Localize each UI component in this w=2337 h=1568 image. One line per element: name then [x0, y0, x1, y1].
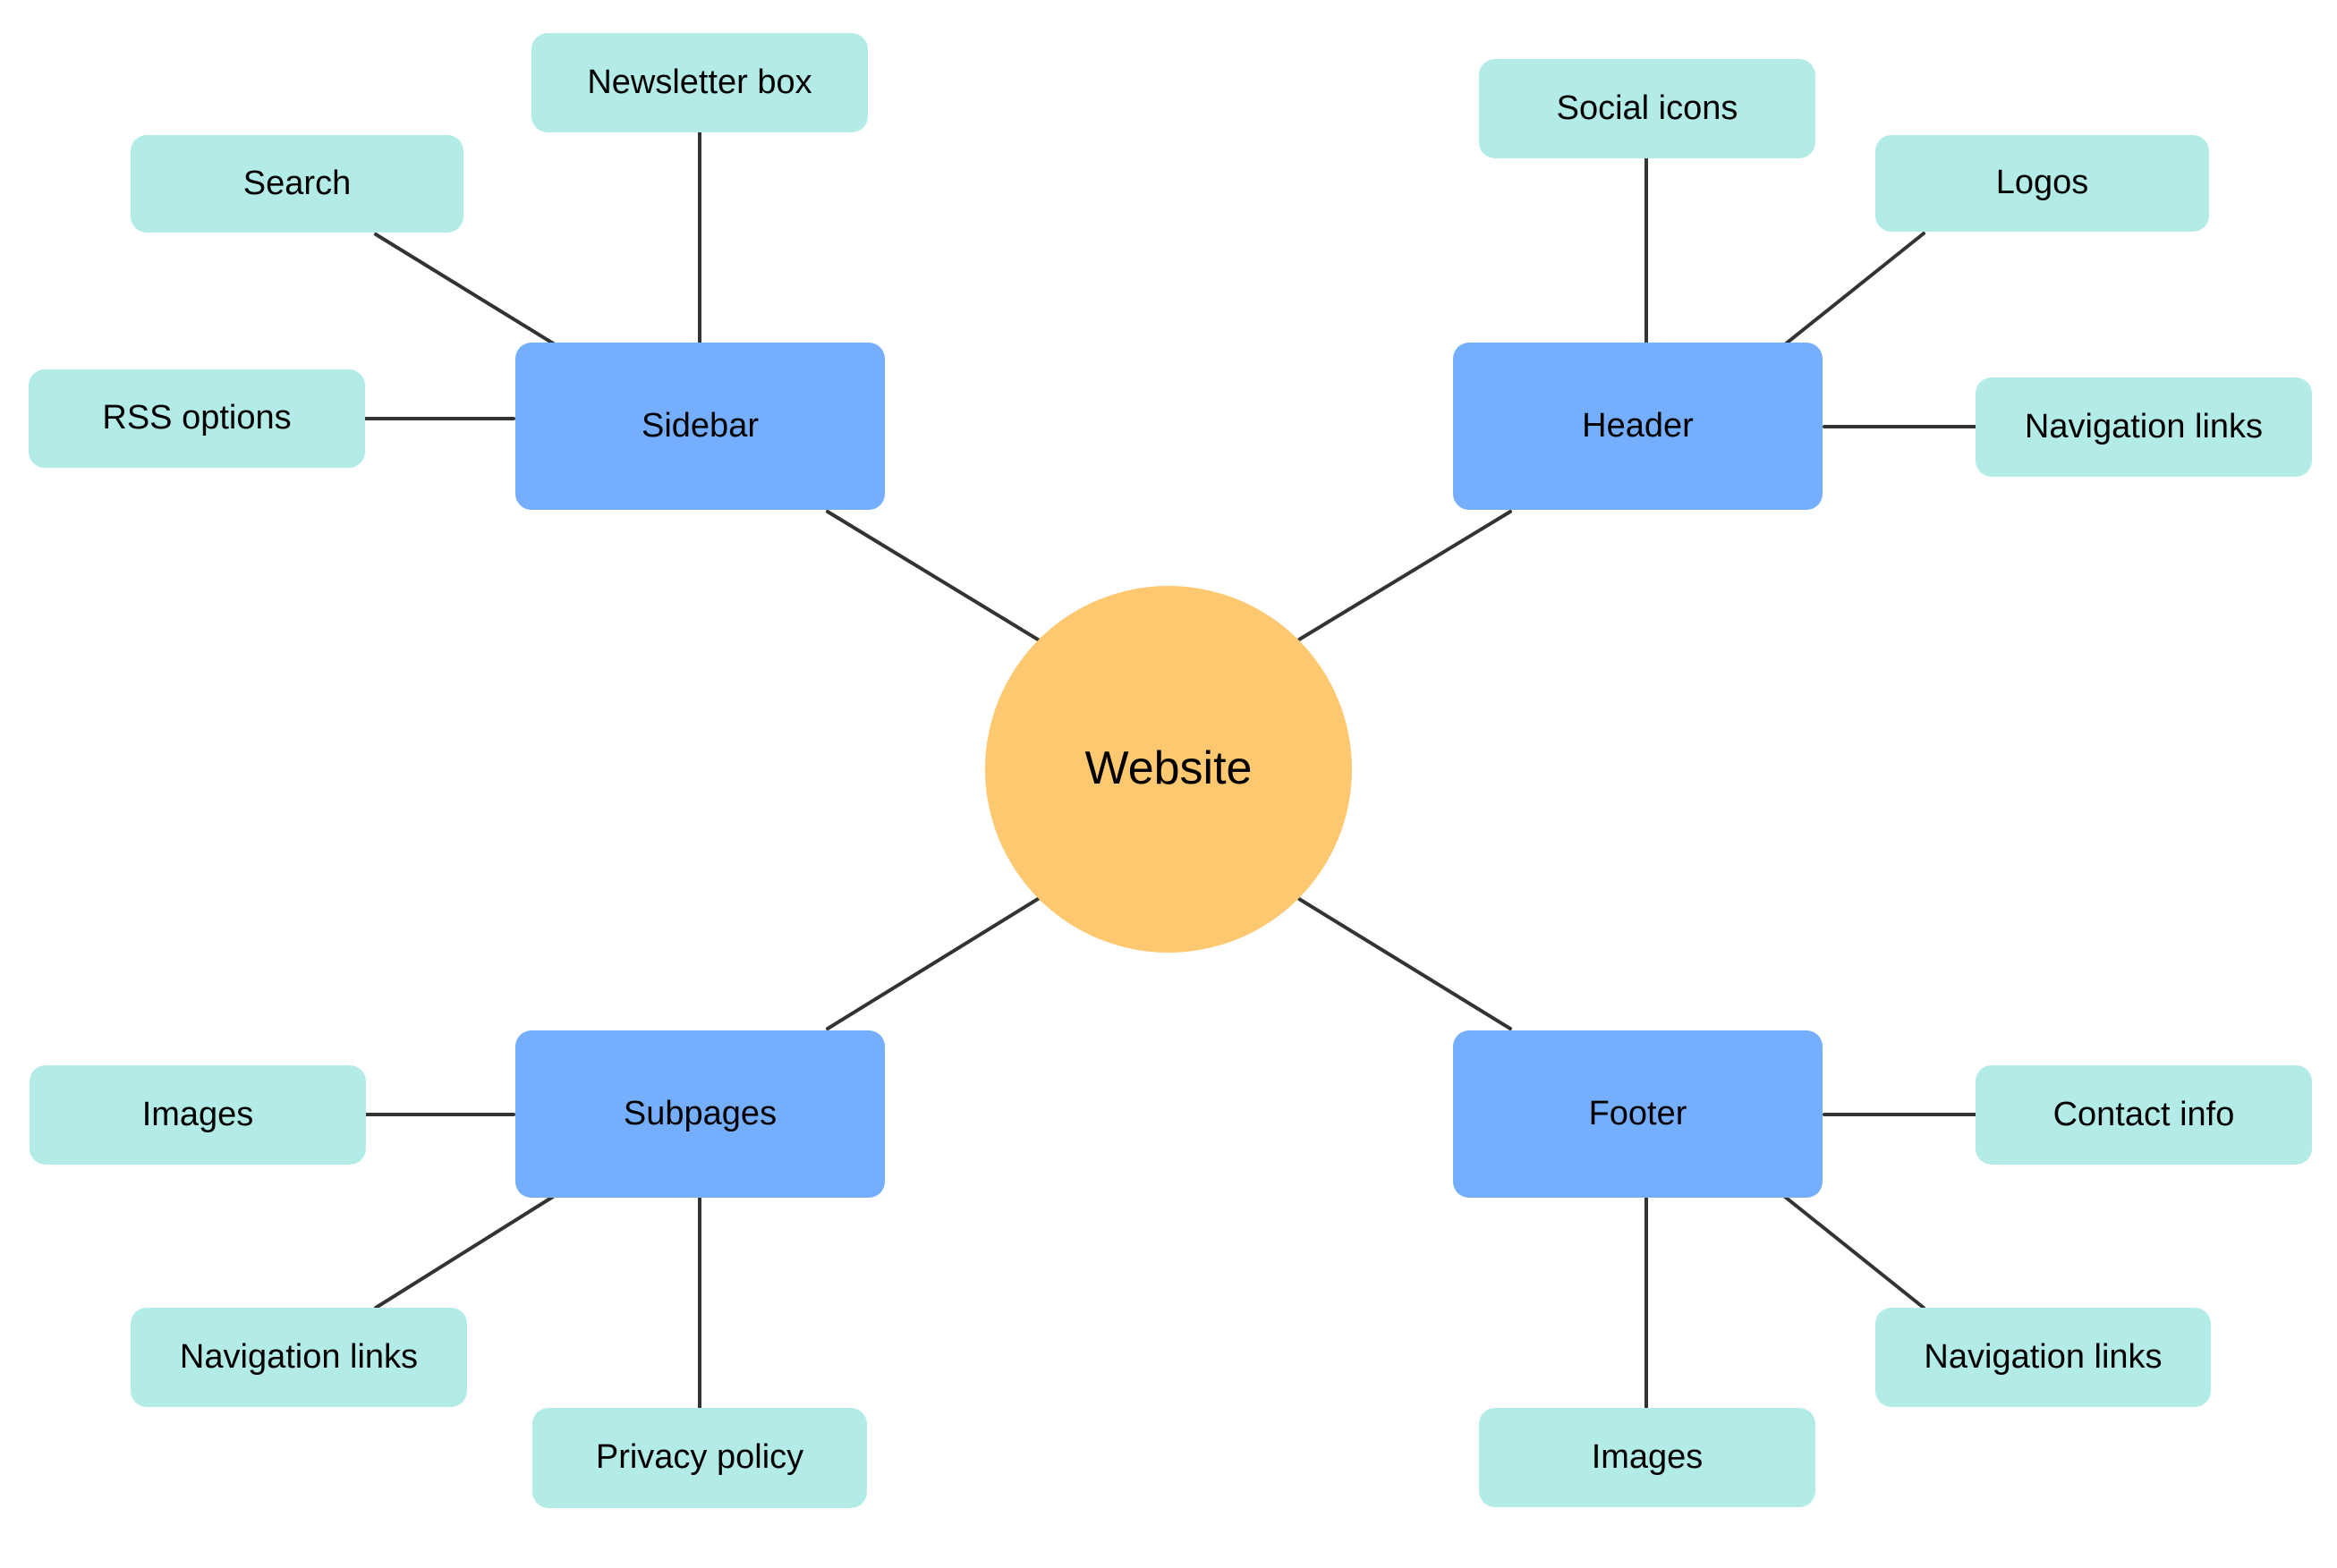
edge-website-footer: [1297, 897, 1512, 1030]
branch-node-footer[interactable]: Footer: [1453, 1030, 1823, 1198]
leaf-node-subpages-images[interactable]: Images: [30, 1065, 366, 1165]
leaf-node-sidebar-newsletter-box[interactable]: Newsletter box: [531, 33, 868, 132]
center-node-website[interactable]: Website: [985, 586, 1352, 953]
edge-footer-navigation-links: [1783, 1195, 1925, 1309]
leaf-node-footer-images[interactable]: Images: [1479, 1408, 1815, 1507]
leaf-node-footer-contact-info-label: Contact info: [2052, 1095, 2235, 1133]
branch-node-header[interactable]: Header: [1453, 343, 1823, 510]
leaf-node-footer-navigation-links[interactable]: Navigation links: [1875, 1308, 2211, 1407]
edge-subpages-navigation-links: [374, 1195, 555, 1309]
leaf-node-header-logos[interactable]: Logos: [1875, 135, 2209, 232]
branch-node-subpages-label: Subpages: [623, 1094, 778, 1132]
leaf-node-header-logos-label: Logos: [1995, 164, 2089, 202]
branch-node-sidebar-label: Sidebar: [642, 406, 759, 445]
branch-node-footer-label: Footer: [1588, 1094, 1687, 1132]
leaf-node-header-social-icons-label: Social icons: [1556, 89, 1738, 127]
leaf-node-sidebar-newsletter-box-label: Newsletter box: [587, 63, 812, 101]
leaf-node-footer-navigation-links-label: Navigation links: [1924, 1337, 2163, 1376]
mind-map-canvas: Website Sidebar Newsletter box Search RSS op…: [0, 0, 2337, 1568]
edge-website-sidebar: [826, 510, 1040, 641]
leaf-node-footer-images-label: Images: [1591, 1437, 1704, 1476]
leaf-node-header-navigation-links-label: Navigation links: [2024, 407, 2264, 445]
leaf-node-header-social-icons[interactable]: Social icons: [1479, 59, 1815, 158]
leaf-node-header-navigation-links[interactable]: Navigation links: [1976, 377, 2312, 477]
edge-sidebar-search: [374, 233, 557, 346]
leaf-node-subpages-images-label: Images: [141, 1095, 254, 1133]
edge-header-logos: [1783, 232, 1925, 346]
leaf-node-subpages-privacy-policy-label: Privacy policy: [595, 1438, 804, 1477]
leaf-node-subpages-navigation-links-label: Navigation links: [179, 1337, 419, 1376]
leaf-node-sidebar-search-label: Search: [242, 164, 352, 202]
leaf-node-subpages-navigation-links[interactable]: Navigation links: [131, 1308, 467, 1407]
leaf-node-sidebar-rss-options-label: RSS options: [102, 399, 292, 437]
center-node-website-label: Website: [1084, 742, 1253, 795]
branch-node-subpages[interactable]: Subpages: [515, 1030, 885, 1198]
leaf-node-subpages-privacy-policy[interactable]: Privacy policy: [532, 1408, 867, 1508]
leaf-node-sidebar-search[interactable]: Search: [131, 135, 463, 233]
branch-node-sidebar[interactable]: Sidebar: [515, 343, 885, 510]
branch-node-header-label: Header: [1582, 406, 1694, 445]
leaf-node-sidebar-rss-options[interactable]: RSS options: [29, 369, 365, 468]
edge-website-header: [1297, 510, 1512, 641]
edge-website-subpages: [826, 897, 1040, 1030]
leaf-node-footer-contact-info[interactable]: Contact info: [1976, 1065, 2312, 1165]
